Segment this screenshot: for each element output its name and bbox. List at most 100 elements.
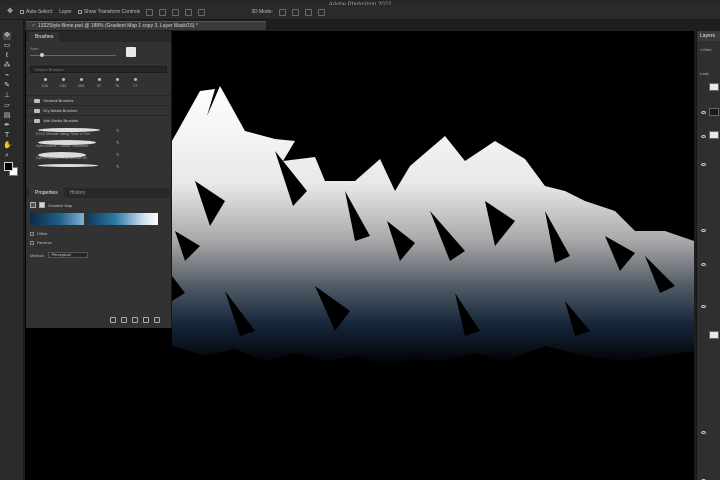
move-tool-icon[interactable]: ✥	[3, 32, 11, 40]
kind-label: Kind	[703, 47, 712, 52]
auto-select-label: Auto-Select:	[26, 9, 54, 15]
foreground-color-swatch[interactable]	[4, 162, 13, 171]
align-center-button[interactable]	[159, 8, 167, 16]
3d-roll-button[interactable]	[291, 8, 299, 16]
brush-item[interactable]: KYLE Ultimate Inking Thick 'n Thin ✎	[26, 125, 171, 137]
brush-folder-wet-media[interactable]: › Wet Media Brushes	[26, 115, 171, 125]
brush-item[interactable]: Kyle's Inkbox - Classic Cartoonist ✎	[26, 137, 171, 149]
preset-size: 77	[132, 83, 138, 88]
brush-preset[interactable]: 150	[58, 78, 68, 95]
trash-icon[interactable]	[154, 317, 160, 323]
3d-mode-label: 3D Mode:	[251, 9, 273, 15]
tool-bar: ✥ ▭ ℓ ⁂ ⌁ ✎ ⊥ ▱ ▤ ✒ T ✋ ⌕	[0, 20, 24, 480]
stamp-icon[interactable]: ⊥	[3, 92, 11, 100]
gradient-preview-bar[interactable]	[88, 213, 158, 225]
auto-select-checkbox[interactable]	[20, 9, 24, 14]
eye-icon[interactable]	[701, 229, 706, 232]
layer-filter-kind[interactable]: ⌕ Kind	[700, 47, 711, 52]
3d-pan-button[interactable]	[304, 8, 312, 16]
layer-thumbnail[interactable]	[709, 83, 719, 91]
3d-rotate-button[interactable]	[278, 8, 286, 16]
marquee-icon[interactable]: ▭	[3, 42, 11, 50]
eye-icon[interactable]	[701, 431, 706, 434]
tab-brushes[interactable]: Brushes	[29, 32, 60, 42]
type-icon[interactable]: T	[3, 132, 11, 140]
3d-slide-button[interactable]	[317, 8, 325, 16]
brush-item[interactable]: ✎	[26, 161, 171, 173]
eye-icon[interactable]	[701, 263, 706, 266]
layer-thumbnail[interactable]	[709, 108, 719, 116]
size-slider[interactable]	[30, 53, 116, 57]
tab-layers[interactable]: Layers	[697, 31, 720, 41]
auto-select-dropdown[interactable]: Layer	[59, 9, 72, 15]
layer-thumbnail[interactable]	[709, 331, 719, 339]
eyedropper-icon[interactable]: ⌁	[3, 72, 11, 80]
eye-icon[interactable]	[701, 111, 706, 114]
lasso-icon[interactable]: ℓ	[3, 52, 11, 60]
preset-size: 75	[114, 83, 120, 88]
folder-icon	[34, 98, 41, 103]
brush-name: KYLE Ultimate Inking Thick 'n Thin	[36, 132, 90, 136]
reverse-option[interactable]: Reverse	[30, 240, 52, 245]
brush-preset[interactable]: 300	[76, 78, 86, 95]
brush-preset[interactable]: 75	[112, 78, 122, 95]
pen-icon: ✎	[116, 164, 120, 169]
gradient-icon[interactable]: ▤	[3, 112, 11, 120]
layer-thumbnail[interactable]	[709, 131, 719, 139]
preset-size: 37	[96, 83, 102, 88]
more-options-button[interactable]	[198, 8, 206, 16]
transform-checkbox[interactable]	[77, 9, 82, 14]
reverse-label: Reverse	[37, 240, 52, 245]
brush-preset[interactable]: 100	[40, 78, 50, 95]
brush-search-input[interactable]: Search Brushes	[30, 66, 167, 73]
method-select[interactable]: Perceptual	[48, 252, 89, 258]
eye-icon[interactable]	[701, 305, 706, 308]
transform-controls-option[interactable]: Show Transform Controls	[77, 9, 141, 15]
mask-icon[interactable]	[39, 202, 45, 208]
view-previous-icon[interactable]	[121, 317, 127, 323]
document-tab[interactable]: × 1322Style-Bone.psd @ 189% (Gradient Map…	[26, 21, 266, 30]
distribute-button[interactable]	[185, 8, 193, 16]
brush-name: Kyle's Inkbox - Classic Cartoonist	[36, 144, 88, 148]
pen-icon: ✎	[116, 152, 120, 157]
size-slider-handle[interactable]	[40, 53, 44, 57]
magic-wand-icon[interactable]: ⁂	[3, 62, 11, 70]
properties-body: Gradient Map Dither Reverse Method: Perc…	[26, 198, 172, 328]
close-tab-icon[interactable]: ×	[32, 23, 35, 29]
align-right-button[interactable]	[172, 8, 180, 16]
reset-icon[interactable]	[132, 317, 138, 323]
clip-to-layer-icon[interactable]	[110, 317, 116, 323]
folder-icon	[34, 118, 41, 123]
zoom-icon[interactable]: ⌕	[3, 152, 11, 160]
move-icon[interactable]: ✥	[6, 8, 14, 16]
folder-label: Wet Media Brushes	[43, 118, 79, 123]
reverse-checkbox[interactable]	[30, 240, 34, 245]
hand-icon[interactable]: ✋	[3, 142, 12, 150]
pen-icon[interactable]: ✒	[3, 122, 11, 130]
auto-select-option[interactable]: Auto-Select:	[20, 9, 53, 15]
brush-folder-dry-media[interactable]: › Dry Media Brushes	[26, 105, 171, 115]
dither-label: Dither	[37, 231, 48, 236]
brush-item[interactable]: Kyle's Paintbox - Wet Blender 50 ✎	[26, 149, 171, 161]
preset-size: 300	[77, 83, 85, 88]
tab-properties[interactable]: Properties	[29, 188, 64, 198]
transform-label: Show Transform Controls	[83, 9, 141, 15]
tab-history[interactable]: History	[64, 190, 92, 198]
gradient-swatch[interactable]	[30, 213, 84, 225]
visibility-icon[interactable]	[143, 317, 149, 323]
brush-angle-preview[interactable]	[126, 47, 136, 57]
brushes-tab-row: Brushes	[26, 31, 171, 42]
brush-preset[interactable]: 77	[130, 78, 140, 95]
method-row: Method: Perceptual	[30, 252, 89, 258]
eraser-icon[interactable]: ▱	[3, 102, 11, 110]
eye-icon[interactable]	[701, 135, 706, 138]
dither-checkbox[interactable]	[30, 231, 34, 236]
eye-icon[interactable]	[701, 163, 706, 166]
brush-folder-general[interactable]: › General Brushes	[26, 95, 171, 105]
brush-icon[interactable]: ✎	[3, 82, 11, 90]
dither-option[interactable]: Dither	[30, 231, 48, 236]
brush-tip-icon	[61, 78, 65, 81]
brush-preset[interactable]: 37	[94, 78, 104, 95]
align-left-button[interactable]	[146, 8, 154, 16]
folder-label: Dry Media Brushes	[43, 108, 78, 113]
